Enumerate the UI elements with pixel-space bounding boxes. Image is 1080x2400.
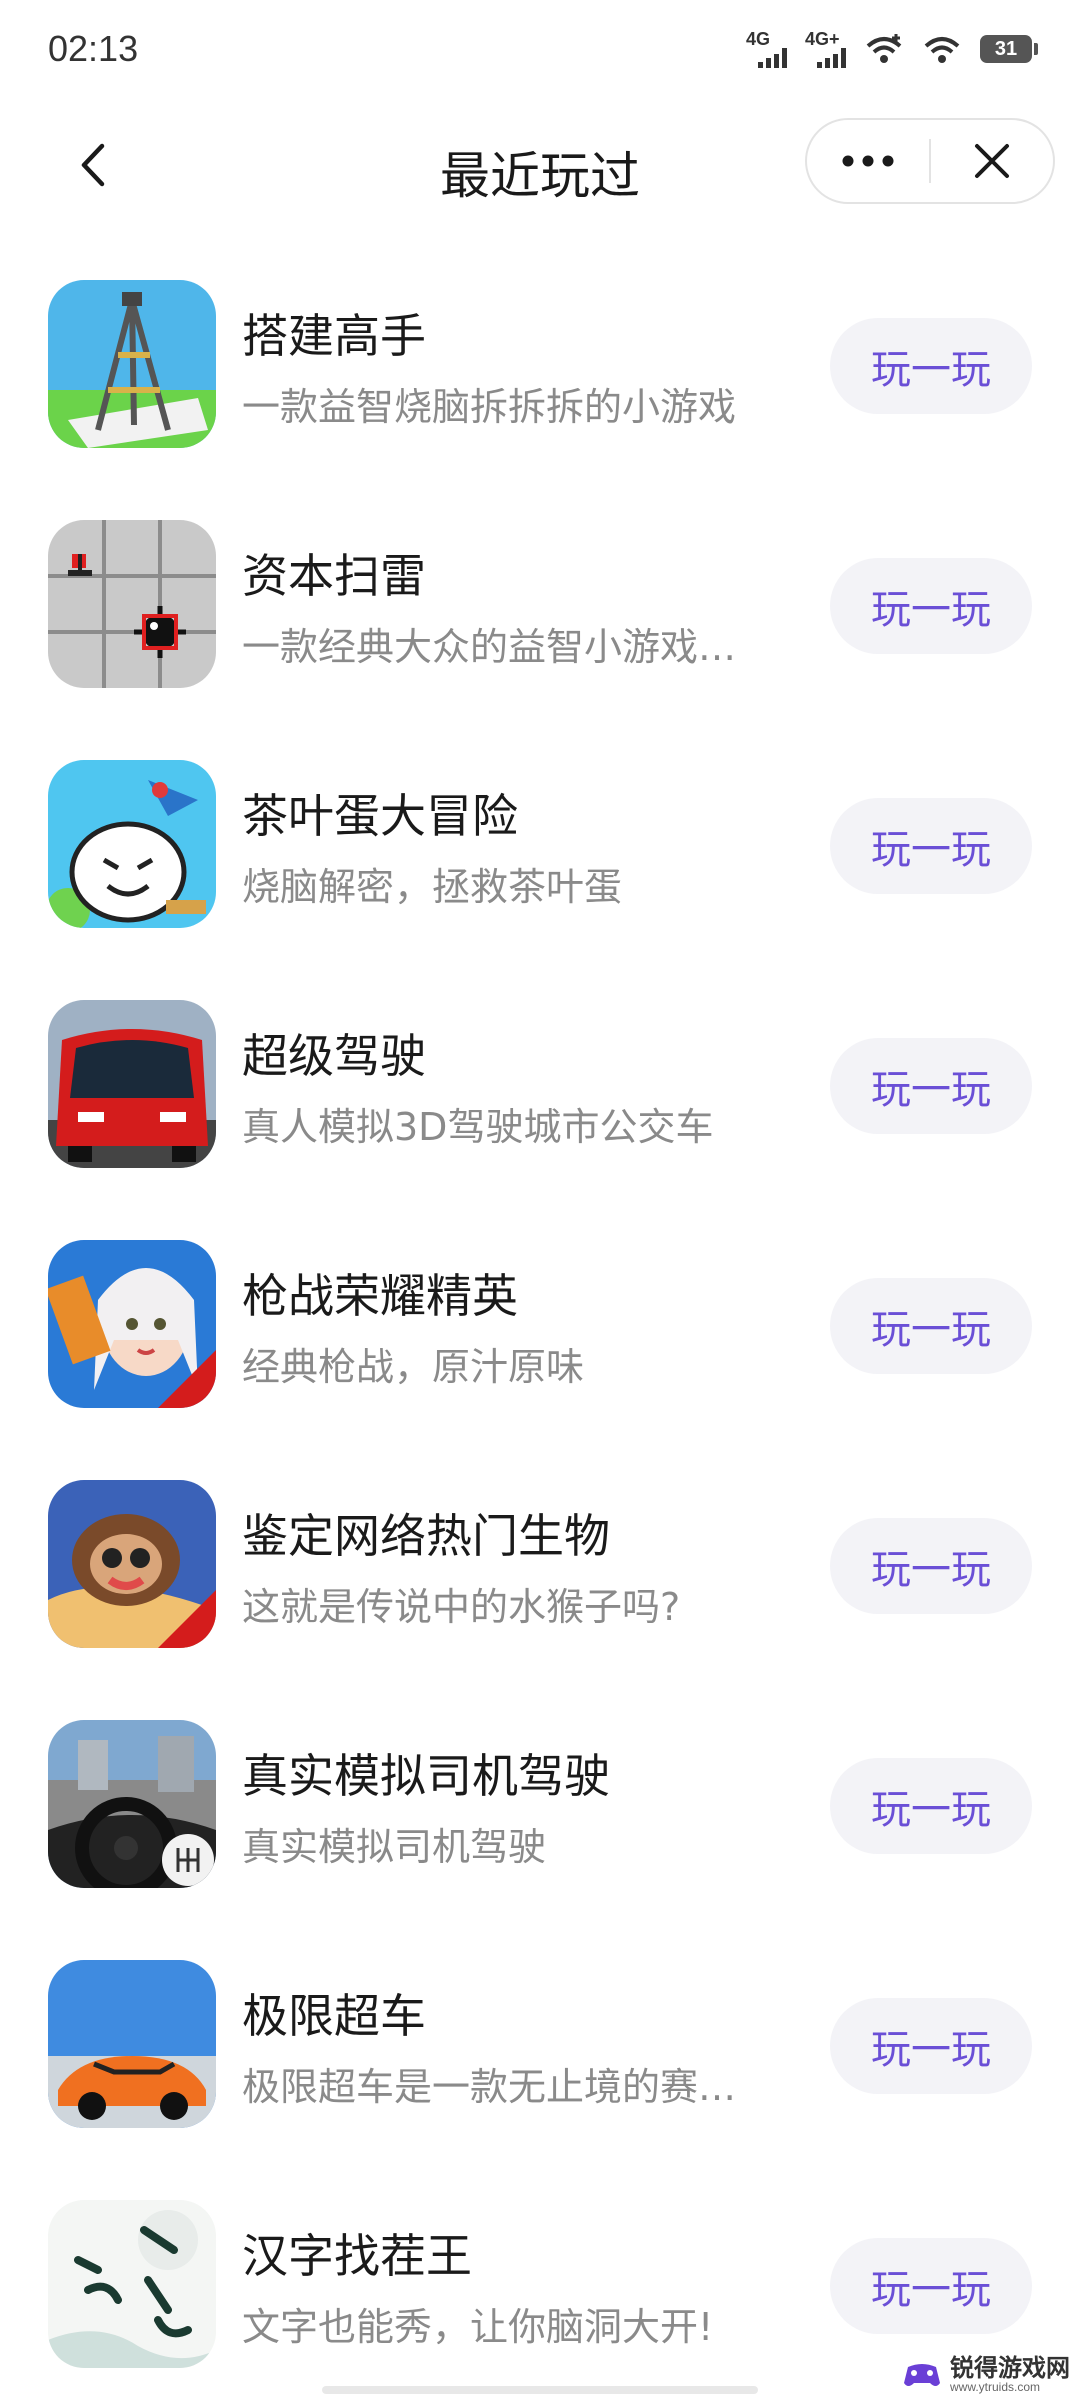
close-button[interactable]	[931, 120, 1053, 202]
close-icon	[975, 144, 1009, 178]
game-name: 搭建高手	[242, 309, 426, 363]
sim1-signal-icon: 4G	[746, 30, 787, 68]
game-icon-builder[interactable]	[48, 280, 216, 448]
game-icon-racing[interactable]	[48, 1960, 216, 2128]
list-item[interactable]: 极限超车 极限超车是一款无止境的赛… 玩一玩	[0, 1920, 1080, 2160]
status-time: 02:13	[48, 28, 139, 69]
status-bar: 02:13 4G 4G+ 31	[0, 0, 1080, 100]
battery-icon: 31	[980, 35, 1038, 63]
play-button[interactable]: 玩一玩	[830, 1278, 1032, 1374]
watermark: 锐得游戏网 www.ytruids.com	[902, 2356, 1070, 2394]
play-button[interactable]: 玩一玩	[830, 798, 1032, 894]
game-icon-minesweeper[interactable]	[48, 520, 216, 688]
play-button[interactable]: 玩一玩	[830, 1998, 1032, 2094]
game-desc: 这就是传说中的水猴子吗?	[242, 1585, 681, 1629]
mini-program-capsule	[805, 118, 1055, 204]
wifi-plus-icon	[866, 34, 902, 63]
game-name: 枪战荣耀精英	[242, 1269, 518, 1323]
play-button[interactable]: 玩一玩	[830, 1038, 1032, 1134]
game-desc: 烧脑解密，拯救茶叶蛋	[242, 865, 623, 909]
game-desc: 真实模拟司机驾驶	[242, 1825, 547, 1869]
play-button[interactable]: 玩一玩	[830, 1758, 1032, 1854]
play-button[interactable]: 玩一玩	[830, 318, 1032, 414]
game-desc: 一款经典大众的益智小游戏…	[242, 625, 737, 669]
game-name: 资本扫雷	[242, 549, 426, 603]
game-desc: 真人模拟3D驾驶城市公交车	[242, 1105, 714, 1149]
list-item[interactable]: 真实模拟司机驾驶 真实模拟司机驾驶 玩一玩	[0, 1680, 1080, 1920]
game-name: 鉴定网络热门生物	[242, 1509, 610, 1563]
play-button[interactable]: 玩一玩	[830, 1518, 1032, 1614]
game-desc: 文字也能秀，让你脑洞大开!	[242, 2305, 714, 2349]
game-name: 极限超车	[242, 1989, 426, 2043]
game-name: 汉字找茬王	[242, 2229, 472, 2283]
list-item[interactable]: 资本扫雷 一款经典大众的益智小游戏… 玩一玩	[0, 480, 1080, 720]
game-icon-bus-driving[interactable]	[48, 1000, 216, 1168]
game-icon-gunfight[interactable]	[48, 1240, 216, 1408]
game-icon-car-simulator[interactable]	[48, 1720, 216, 1888]
list-item[interactable]: 搭建高手 一款益智烧脑拆拆拆的小游戏 玩一玩	[0, 240, 1080, 480]
status-icons: 4G 4G+ 31	[746, 30, 1038, 68]
more-dots-icon	[842, 155, 894, 167]
home-indicator[interactable]	[322, 2386, 758, 2394]
list-item[interactable]: 鉴定网络热门生物 这就是传说中的水猴子吗? 玩一玩	[0, 1440, 1080, 1680]
list-item[interactable]: 枪战荣耀精英 经典枪战，原汁原味 玩一玩	[0, 1200, 1080, 1440]
game-desc: 经典枪战，原汁原味	[242, 1345, 585, 1389]
play-button[interactable]: 玩一玩	[830, 558, 1032, 654]
list-item[interactable]: 超级驾驶 真人模拟3D驾驶城市公交车 玩一玩	[0, 960, 1080, 1200]
game-desc: 极限超车是一款无止境的赛…	[242, 2065, 737, 2109]
game-icon-sloth[interactable]	[48, 1480, 216, 1648]
list-item[interactable]: 茶叶蛋大冒险 烧脑解密，拯救茶叶蛋 玩一玩	[0, 720, 1080, 960]
game-desc: 一款益智烧脑拆拆拆的小游戏	[242, 385, 737, 429]
nav-bar: 最近玩过	[0, 110, 1080, 220]
wifi-icon	[924, 37, 960, 63]
game-name: 超级驾驶	[242, 1029, 426, 1083]
play-button[interactable]: 玩一玩	[830, 2238, 1032, 2334]
game-icon-hanzi[interactable]	[48, 2200, 216, 2368]
gamepad-logo-icon	[904, 2364, 940, 2386]
sim2-signal-icon: 4G+	[805, 30, 846, 68]
game-name: 真实模拟司机驾驶	[242, 1749, 610, 1803]
game-icon-egg-adventure[interactable]	[48, 760, 216, 928]
game-name: 茶叶蛋大冒险	[242, 789, 518, 843]
more-button[interactable]	[807, 120, 929, 202]
